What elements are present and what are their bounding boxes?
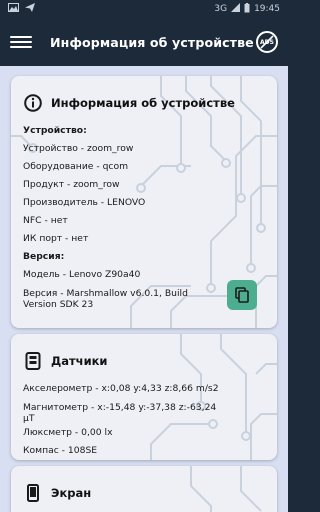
smartphone-icon xyxy=(23,483,43,503)
info-row: Компас - 108SE xyxy=(23,445,98,456)
hamburger-icon xyxy=(10,36,32,38)
info-row: NFC - нет xyxy=(23,215,68,226)
info-row: Устройство - zoom_row xyxy=(23,143,134,154)
page-title: Информация об устройстве xyxy=(50,34,254,50)
sensors-header: Датчики xyxy=(23,344,265,378)
info-row: Магнитометр - x:-15,48 y:-37,38 z:-63,24… xyxy=(23,402,217,424)
screen-header: Экран xyxy=(23,476,265,510)
image-notification-icon xyxy=(8,3,19,15)
content-area[interactable]: Информация об устройстве Устройство: Устр… xyxy=(0,66,288,512)
status-bar: 3G 19:45 xyxy=(0,0,288,18)
app-bar: Информация об устройстве ADS xyxy=(0,18,288,66)
no-ads-button[interactable]: ADS xyxy=(256,31,278,53)
battery-icon xyxy=(244,2,250,16)
info-row: Продукт - zoom_row xyxy=(23,179,120,190)
clock: 19:45 xyxy=(254,4,280,14)
sensors-title: Датчики xyxy=(51,354,108,368)
device-info-card: Информация об устройстве Устройство: Устр… xyxy=(11,76,277,328)
device-info-header: Информация об устройстве xyxy=(23,86,265,120)
copy-button[interactable] xyxy=(227,280,257,310)
copy-icon xyxy=(235,287,249,303)
signal-icon xyxy=(231,3,241,15)
sensors-list: Акселерометр - x:0,08 y:4,33 z:8,66 m/s2… xyxy=(23,380,265,460)
sensors-card: Датчики Акселерометр - x:0,08 y:4,33 z:8… xyxy=(11,334,277,460)
info-row: Производитель - LENOVO xyxy=(23,197,146,208)
screen-card: Экран xyxy=(11,466,277,512)
device-info-title: Информация об устройстве xyxy=(51,96,235,110)
send-notification-icon xyxy=(25,3,35,15)
info-row: Оборудование - qcom xyxy=(23,161,129,172)
info-row: ИК порт - нет xyxy=(23,233,89,244)
no-ads-icon xyxy=(260,35,274,49)
info-row: Версия - Marshmallow v6.0.1, Build Versi… xyxy=(23,288,188,310)
info-row: Люксметр - 0,00 lx xyxy=(23,427,113,438)
signal-text: 3G xyxy=(214,4,228,14)
section-label: Устройство: xyxy=(23,125,87,136)
screen-title: Экран xyxy=(51,486,92,500)
phone-sensor-icon xyxy=(23,351,43,371)
info-icon xyxy=(23,93,43,113)
menu-button[interactable] xyxy=(10,31,32,53)
section-label: Версия: xyxy=(23,251,65,262)
info-row: Акселерометр - x:0,08 y:4,33 z:8,66 m/s2 xyxy=(23,383,219,394)
